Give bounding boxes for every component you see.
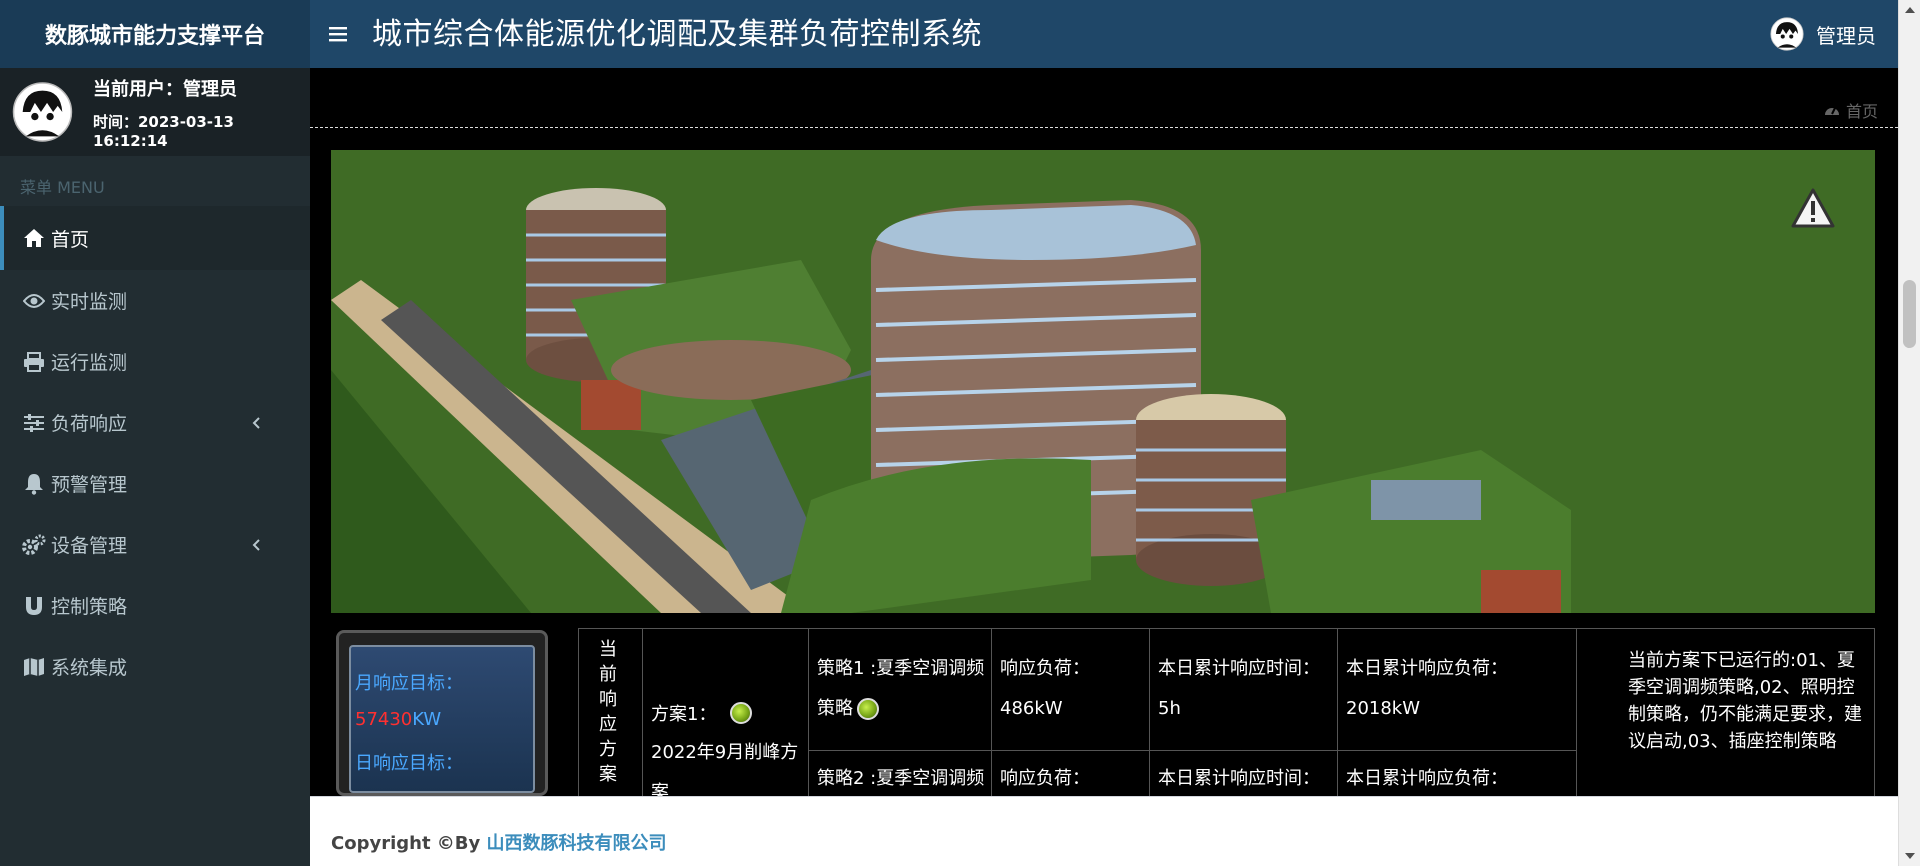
strategy-1-load-cell: 响应负荷： 486kW: [992, 629, 1150, 751]
breadcrumb[interactable]: 首页: [1824, 98, 1878, 122]
strategy-2-load-cell: 响应负荷：: [992, 751, 1150, 796]
current-user-label: 当前用户：管理员: [92, 78, 237, 100]
strategy-1-load-label: 响应负荷：: [1000, 658, 1090, 679]
sidebar-item-device-management[interactable]: 设备管理: [0, 514, 310, 575]
sidebar-item-alert-management[interactable]: 预警管理: [0, 453, 310, 514]
sliders-icon: [20, 412, 48, 434]
strategy-2-time-cell: 本日累计响应时间：: [1150, 751, 1338, 796]
arrow-up-icon: [1905, 7, 1915, 13]
strategy-2-cell: 策略2 :夏季空调调频策略: [809, 751, 992, 796]
home-icon: [20, 227, 48, 249]
magnet-icon: [20, 595, 48, 617]
chevron-left-icon: [252, 417, 260, 429]
day-target-label: 日响应目标：: [355, 753, 463, 774]
arrow-down-icon: [1905, 853, 1915, 859]
strategy-1-total-label: 本日累计响应负荷：: [1346, 658, 1508, 679]
strategy-2-total-label: 本日累计响应负荷：: [1346, 768, 1508, 789]
bell-icon: [20, 473, 48, 495]
current-time-label: 时间：2023-03-13 16:12:14: [92, 112, 234, 150]
strategy-1-cell: 策略1 :夏季空调调频策略: [809, 629, 992, 751]
sidebar-item-realtime-monitor[interactable]: 实时监测: [0, 270, 310, 331]
month-target-number: 57430: [355, 709, 413, 730]
building-render: [331, 150, 1875, 613]
response-plan-table: 当前响应方案 方案1： 2022年9月削峰方案 策略1 :夏季空调调频策略 响应…: [578, 628, 1875, 796]
chevron-left-icon: [252, 539, 260, 551]
strategy-1-total-value: 2018kW: [1346, 698, 1421, 719]
building-banner-image: [331, 150, 1875, 613]
breadcrumb-label: 首页: [1845, 102, 1878, 121]
gears-icon: [20, 534, 48, 556]
main-content: 首页 月响应目标： 57430KW 日响应目标： 当前响应方案 方案1： 202…: [310, 68, 1898, 796]
sidebar-item-label: 系统集成: [51, 657, 128, 679]
company-link[interactable]: 山西数豚科技有限公司: [487, 833, 667, 854]
plan-status-lamp: [730, 702, 753, 724]
print-icon: [20, 351, 48, 373]
eye-icon: [20, 290, 48, 312]
sidebar-item-operation-monitor[interactable]: 运行监测: [0, 331, 310, 392]
strategy-1-lamp: [857, 698, 879, 720]
user-avatar: [12, 82, 73, 142]
system-title: 城市综合体能源优化调配及集群负荷控制系统: [372, 17, 982, 52]
strategy-2-time-label: 本日累计响应时间：: [1158, 768, 1320, 789]
plan-title-text: 当前响应方案: [599, 639, 617, 785]
avatar: [1770, 17, 1804, 51]
header-user-name: 管理员: [1816, 23, 1876, 48]
sidebar-item-label: 实时监测: [51, 291, 128, 313]
sidebar-item-label: 预警管理: [51, 474, 128, 496]
breadcrumb-bar: 首页: [310, 68, 1898, 128]
scrollbar-thumb[interactable]: [1903, 280, 1916, 348]
month-target-unit: KW: [412, 709, 442, 730]
strategy-1-time-cell: 本日累计响应时间： 5h: [1150, 629, 1338, 751]
response-target-panel: 月响应目标： 57430KW 日响应目标：: [336, 630, 548, 796]
sidebar-item-label: 首页: [51, 228, 90, 251]
sidebar-item-system-integration[interactable]: 系统集成: [0, 636, 310, 697]
strategy-1-name: 策略1 :夏季空调调频策略: [817, 658, 985, 719]
strategy-1-time-label: 本日累计响应时间：: [1158, 658, 1320, 679]
brand-logo[interactable]: 数豚城市能力支撑平台: [0, 0, 310, 68]
sidebar-item-label: 负荷响应: [51, 413, 128, 435]
user-menu[interactable]: 管理员: [1770, 17, 1898, 51]
page-scrollbar[interactable]: [1898, 0, 1920, 866]
sidebar-item-control-strategy[interactable]: 控制策略: [0, 575, 310, 636]
user-panel: 当前用户：管理员 时间：2023-03-13 16:12:14: [0, 68, 310, 156]
plan-recommendation-note: 当前方案下已运行的:01、夏季空调调频策略,02、照明控制策略，仍不能满足要求，…: [1628, 650, 1862, 752]
plan-table-title: 当前响应方案: [579, 629, 643, 796]
footer: Copyright ©By 山西数豚科技有限公司: [310, 796, 1898, 866]
strategy-2-total-cell: 本日累计响应负荷：: [1338, 751, 1577, 796]
plan-name-cell: 方案1： 2022年9月削峰方案: [643, 629, 809, 796]
sidebar-item-home[interactable]: 首页: [0, 206, 310, 270]
sidebar-item-label: 控制策略: [51, 596, 128, 618]
top-header: 数豚城市能力支撑平台 城市综合体能源优化调配及集群负荷控制系统 管理员: [0, 0, 1898, 68]
strategy-1-load-value: 486kW: [1000, 698, 1063, 719]
warning-alert-icon[interactable]: [1791, 188, 1835, 228]
copyright-text: Copyright ©By: [331, 833, 487, 854]
sidebar-item-load-response[interactable]: 负荷响应: [0, 392, 310, 453]
strategy-1-time-value: 5h: [1158, 698, 1181, 719]
sidebar-item-label: 运行监测: [51, 352, 128, 374]
dashboard-icon: [1824, 107, 1839, 115]
menu-toggle-button[interactable]: [310, 0, 366, 68]
menu-header: 菜单 MENU: [20, 178, 105, 197]
hamburger-icon: [329, 27, 347, 42]
sidebar-item-label: 设备管理: [51, 535, 128, 557]
sidebar: 当前用户：管理员 时间：2023-03-13 16:12:14 菜单 MENU …: [0, 68, 310, 866]
strategy-2-load-label: 响应负荷：: [1000, 768, 1090, 789]
scroll-up-button[interactable]: [1899, 0, 1920, 20]
strategy-2-name: 策略2 :夏季空调调频策略: [817, 768, 985, 789]
plan-name: 方案1：: [651, 704, 717, 725]
month-target-label: 月响应目标：: [355, 673, 463, 694]
plan-description: 2022年9月削峰方案: [651, 742, 799, 796]
map-icon: [20, 656, 48, 678]
strategy-1-total-cell: 本日累计响应负荷： 2018kW: [1338, 629, 1577, 751]
response-target-screen: 月响应目标： 57430KW 日响应目标：: [349, 645, 535, 793]
month-target-value: 57430KW: [355, 709, 533, 749]
scroll-down-button[interactable]: [1899, 846, 1920, 866]
